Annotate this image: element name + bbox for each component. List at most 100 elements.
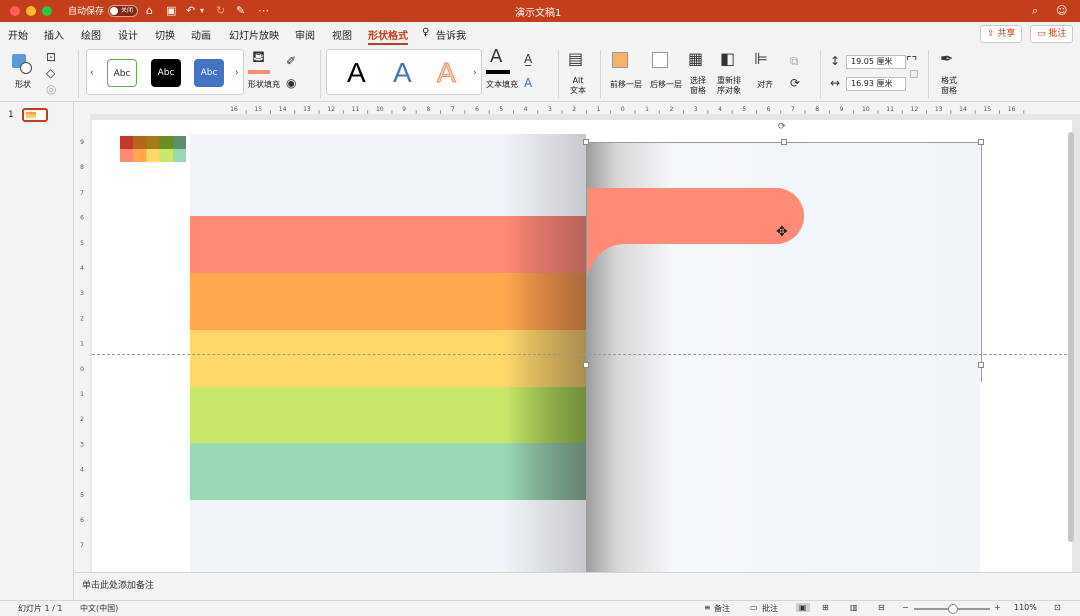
close-window-button[interactable]: [10, 6, 20, 16]
comments-toggle-button[interactable]: 批注: [762, 603, 778, 614]
gallery-next-icon[interactable]: ›: [235, 66, 239, 80]
resize-handle-tl[interactable]: [583, 139, 589, 145]
shape-height-field[interactable]: 19.05 厘米: [846, 55, 906, 69]
shape-fill-button[interactable]: ⛾ 形状填充: [246, 47, 282, 96]
tab-view[interactable]: 视图: [332, 27, 352, 42]
wordart-style-3[interactable]: A: [437, 56, 457, 90]
alt-text-label-1: Alt: [572, 76, 584, 85]
reorder-objects-button[interactable]: ◧ 重新排 序对象: [714, 50, 744, 96]
normal-view-icon[interactable]: ▣: [796, 603, 810, 612]
wordart-next-icon[interactable]: ›: [473, 66, 477, 80]
resize-handle-tr[interactable]: [978, 139, 984, 145]
text-fill-button[interactable]: A 文本填充: [484, 48, 520, 96]
merge-shapes-icon[interactable]: ◎: [46, 82, 56, 96]
slideshow-icon[interactable]: ⊟: [878, 603, 885, 612]
alt-text-button[interactable]: ▤ Alt 文本: [564, 50, 592, 96]
text-fill-label: 文本填充: [486, 80, 518, 89]
edit-shape-icon[interactable]: ◇: [46, 66, 55, 80]
tab-design[interactable]: 设计: [118, 27, 138, 42]
zoom-in-icon[interactable]: +: [994, 603, 1001, 612]
ruler-v-label: 1: [80, 341, 84, 348]
align-button[interactable]: ⊫ 对齐: [750, 50, 780, 96]
gallery-prev-icon[interactable]: ‹: [90, 66, 94, 80]
save-icon[interactable]: ▣: [166, 3, 176, 19]
tab-insert[interactable]: 插入: [44, 27, 64, 42]
tab-review[interactable]: 审阅: [295, 27, 315, 42]
resize-handle-l[interactable]: [583, 362, 589, 368]
more-icon[interactable]: ⋯: [258, 3, 269, 19]
crop-icon[interactable]: ⌜⌝: [906, 54, 917, 68]
slide[interactable]: ✥ ⟳: [92, 120, 1072, 572]
text-outline-icon[interactable]: A̲: [524, 52, 532, 66]
fit-to-window-icon[interactable]: ⊡: [1054, 603, 1061, 612]
reading-view-icon[interactable]: ▥: [850, 603, 858, 612]
zoom-slider-thumb[interactable]: [948, 604, 958, 614]
tab-animations[interactable]: 动画: [191, 27, 211, 42]
bring-forward-button[interactable]: 前移一层: [606, 50, 646, 96]
vertical-ruler: 9 8 7 6 5 4 3 2 1 0 1 2 3 4 5 6 7: [74, 114, 90, 572]
vertical-scrollbar[interactable]: [1068, 132, 1074, 542]
zoom-window-button[interactable]: [42, 6, 52, 16]
tab-home[interactable]: 开始: [8, 27, 28, 42]
tab-slideshow[interactable]: 幻灯片放映: [229, 27, 279, 42]
shape-style-1[interactable]: Abc: [107, 59, 137, 87]
rotate-handle-icon[interactable]: ⟳: [778, 122, 786, 132]
center-guide-line: [92, 354, 1072, 355]
undo-icon[interactable]: ↶: [186, 3, 195, 19]
notes-pane[interactable]: 单击此处添加备注: [74, 572, 1080, 600]
zoom-out-icon[interactable]: −: [902, 603, 909, 612]
autosave-toggle[interactable]: 关闭: [108, 5, 138, 17]
edit-icon[interactable]: ✎: [236, 3, 245, 19]
zoom-slider[interactable]: [914, 604, 990, 614]
comment-button[interactable]: ▭ 批注: [1030, 25, 1074, 43]
notes-toggle-icon: ≡: [704, 603, 711, 612]
notes-placeholder: 单击此处添加备注: [82, 581, 155, 591]
paint-bucket-icon: ⛾: [252, 47, 266, 66]
comments-toggle-icon: ▭: [750, 603, 758, 612]
wordart-style-2[interactable]: A: [393, 56, 412, 90]
shape-insert-button[interactable]: 形状: [8, 52, 38, 96]
shape-effects-icon[interactable]: ◉: [286, 76, 296, 90]
search-icon[interactable]: ⌕: [1032, 3, 1038, 19]
group-icon[interactable]: ⧉: [790, 54, 799, 68]
align-icon: ⊫: [754, 49, 768, 68]
shape-height-icon: ↕: [830, 54, 841, 68]
ruler-h-label: 9: [402, 106, 406, 113]
rotate-icon[interactable]: ⟳: [790, 76, 800, 90]
wordart-style-1[interactable]: A: [347, 56, 366, 90]
account-icon[interactable]: ☺: [1056, 3, 1067, 19]
ruler-h-label: 6: [767, 106, 771, 113]
home-icon[interactable]: ⌂: [146, 3, 153, 19]
send-backward-button[interactable]: 后移一层: [646, 50, 686, 96]
slide-thumbnail[interactable]: [22, 108, 48, 122]
slide-sorter-icon[interactable]: ⊞: [822, 603, 829, 612]
notes-toggle-button[interactable]: 备注: [714, 603, 730, 614]
thumbnail-number: 1: [8, 110, 14, 120]
tab-shape-format[interactable]: 形状格式: [368, 27, 408, 45]
ruler-v-label: 7: [80, 189, 84, 196]
tab-transitions[interactable]: 切换: [155, 27, 175, 42]
shape-width-field[interactable]: 16.93 厘米: [846, 77, 906, 91]
share-button[interactable]: ⇪ 共享: [980, 25, 1023, 43]
text-effects-icon[interactable]: A: [524, 76, 532, 90]
tell-me[interactable]: 告诉我: [436, 27, 466, 42]
resize-handle-t[interactable]: [781, 139, 787, 145]
minimize-window-button[interactable]: [26, 6, 36, 16]
comment-label: 批注: [1048, 29, 1067, 39]
resize-handle-r[interactable]: [978, 362, 984, 368]
shape-styles-gallery: ‹ Abc Abc Abc ›: [86, 49, 244, 95]
lock-aspect-checkbox[interactable]: [910, 70, 918, 78]
textbox-icon[interactable]: ⊡: [46, 50, 56, 64]
format-pane-button[interactable]: ✒ 格式 窗格: [934, 50, 964, 96]
shape-style-2[interactable]: Abc: [151, 59, 181, 87]
shape-outline-icon[interactable]: ✐: [286, 54, 296, 68]
zoom-level[interactable]: 110%: [1014, 603, 1037, 612]
ruler-v-label: 7: [80, 542, 84, 549]
language[interactable]: 中文(中国): [80, 603, 118, 614]
tab-draw[interactable]: 绘图: [81, 27, 101, 42]
redo-icon[interactable]: ↻: [216, 3, 225, 19]
undo-dropdown-icon[interactable]: ▾: [200, 3, 204, 19]
shape-style-3[interactable]: Abc: [194, 59, 224, 87]
selection-pane-button[interactable]: ▦ 选择 窗格: [684, 50, 712, 96]
ruler-h-label: 4: [524, 106, 528, 113]
